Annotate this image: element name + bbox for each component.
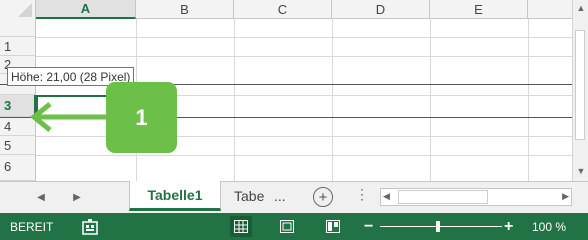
tab-tabelle2[interactable]: Tabe xyxy=(234,181,264,211)
column-header-d[interactable]: D xyxy=(332,0,430,19)
status-text: BEREIT xyxy=(10,219,54,234)
gridline xyxy=(234,19,235,181)
gridline xyxy=(332,19,333,181)
column-header-c[interactable]: C xyxy=(234,0,332,19)
vertical-scroll-thumb[interactable] xyxy=(575,30,585,140)
add-sheet-icon[interactable]: + xyxy=(313,187,333,207)
gridline xyxy=(36,37,572,38)
tab-splitter-handle[interactable]: ⋮ xyxy=(355,186,369,203)
zoom-slider[interactable] xyxy=(380,226,502,227)
column-header-b[interactable]: B xyxy=(136,0,234,19)
zoom-slider-knob[interactable] xyxy=(436,221,440,232)
arrow-left-icon xyxy=(30,102,108,132)
macro-record-icon[interactable] xyxy=(82,219,98,235)
prev-sheet-icon[interactable]: ◀ xyxy=(32,188,50,206)
horizontal-scroll-thumb[interactable] xyxy=(398,190,488,204)
callout-badge: 1 xyxy=(106,82,177,153)
normal-view-icon[interactable] xyxy=(230,216,252,237)
row-header-5[interactable]: 5 xyxy=(0,136,36,155)
row-header-6[interactable]: 6 xyxy=(0,155,36,181)
select-all-button[interactable] xyxy=(0,0,36,19)
page-break-view-icon[interactable] xyxy=(322,216,344,237)
gridline xyxy=(430,19,431,181)
column-header-a[interactable]: A xyxy=(36,0,136,19)
column-header-f-partial[interactable] xyxy=(528,0,572,19)
gridline xyxy=(36,56,572,57)
tab-overflow[interactable]: ... xyxy=(274,181,286,211)
zoom-level[interactable]: 100 % xyxy=(532,213,566,240)
scroll-right-icon[interactable]: ▶ xyxy=(562,191,569,202)
select-all-icon xyxy=(18,3,32,17)
gridline xyxy=(36,155,572,156)
scroll-left-icon[interactable]: ◀ xyxy=(383,191,390,202)
zoom-out-button[interactable]: − xyxy=(364,213,373,240)
page-layout-view-icon[interactable] xyxy=(276,216,298,237)
scroll-up-icon[interactable]: ▲ xyxy=(573,0,588,16)
scroll-down-icon[interactable]: ▼ xyxy=(573,163,588,179)
gridline xyxy=(528,19,529,181)
row-header-blank xyxy=(0,19,36,37)
zoom-in-button[interactable]: + xyxy=(504,213,513,240)
column-header-e[interactable]: E xyxy=(430,0,528,19)
next-sheet-icon[interactable]: ▶ xyxy=(68,188,86,206)
row-header-1[interactable]: 1 xyxy=(0,37,36,56)
tab-tabelle1[interactable]: Tabelle1 xyxy=(129,181,221,211)
